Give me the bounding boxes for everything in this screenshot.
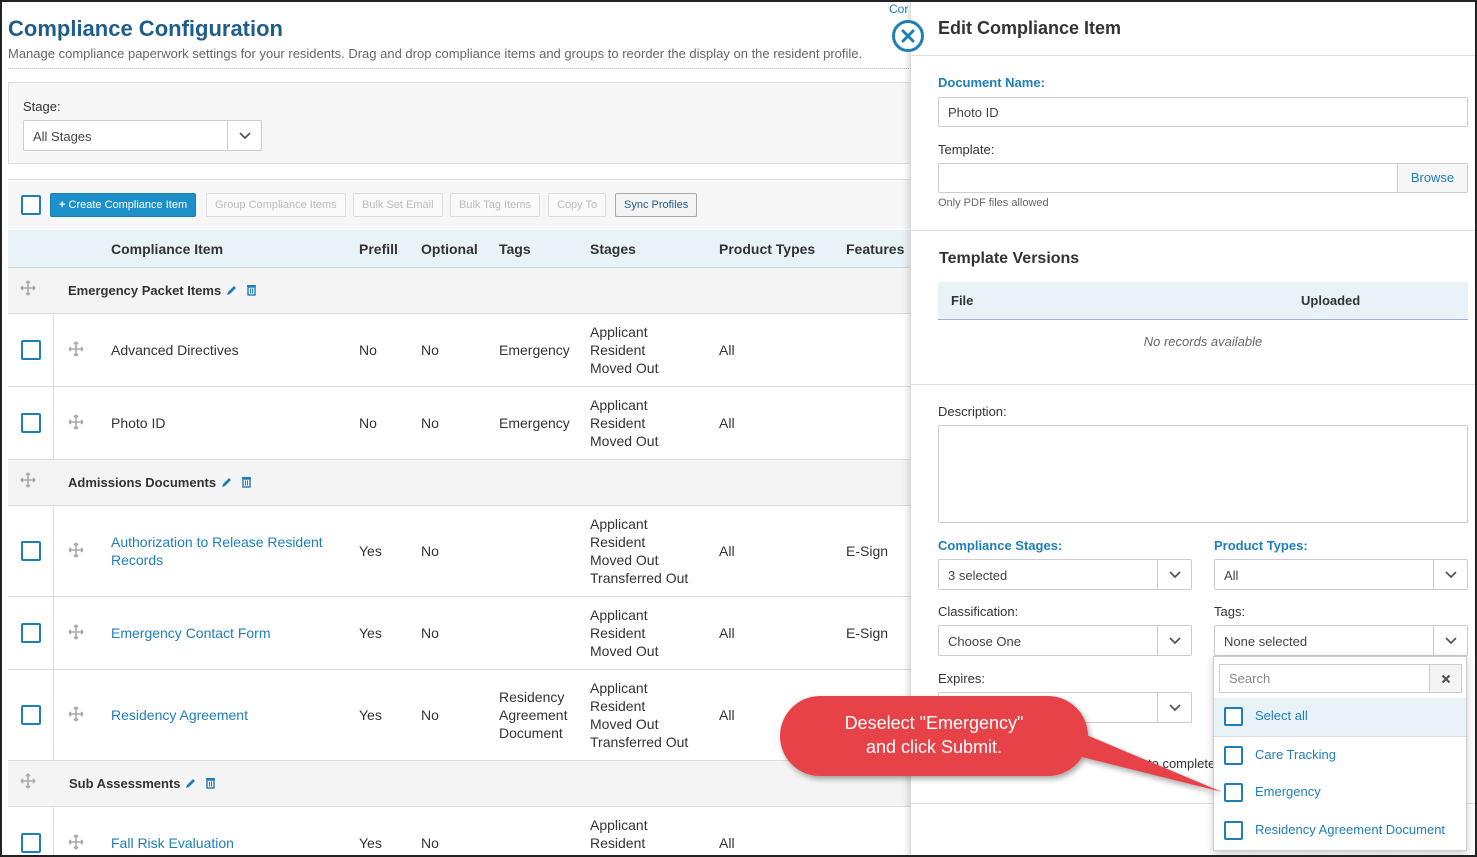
callout-text: Deselect "Emergency" and click Submit. [790,711,1078,759]
callout-line: and click Submit. [865,737,1003,757]
callout-bubble [780,696,1222,792]
callout-line: Deselect "Emergency" [844,713,1024,733]
